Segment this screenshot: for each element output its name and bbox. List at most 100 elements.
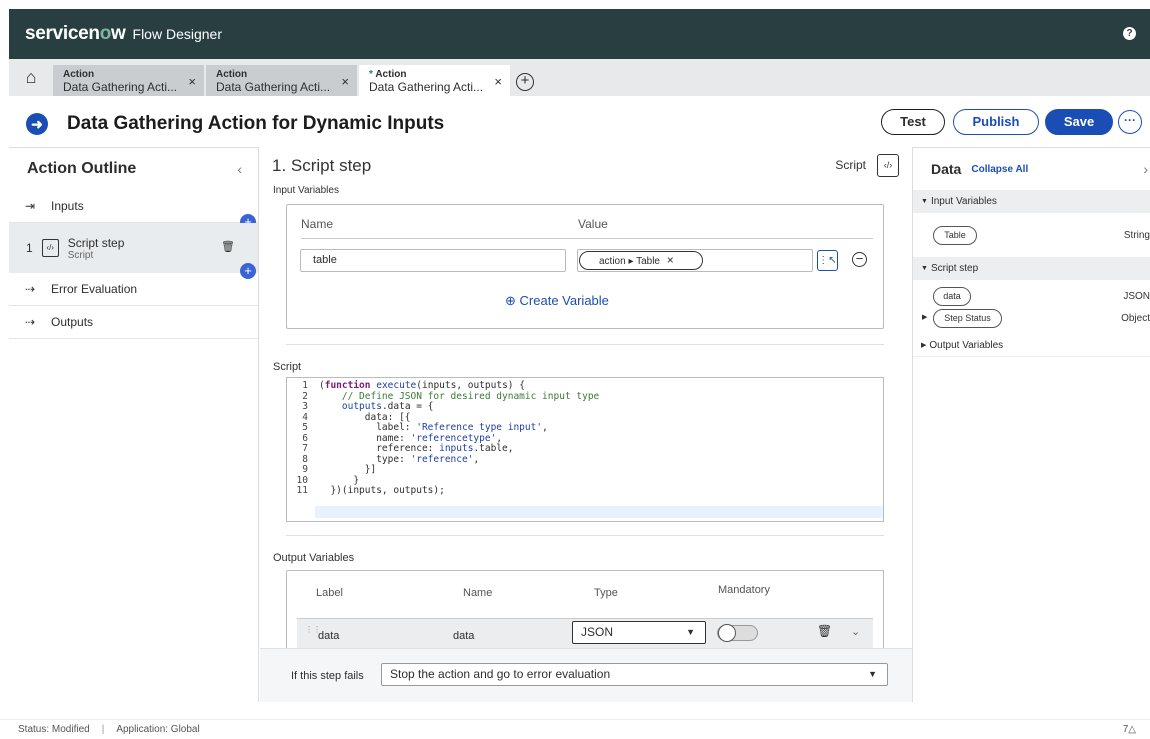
- step-type: Script: [67, 249, 94, 261]
- label-column-header: Label: [316, 587, 343, 599]
- status-application: Application: Global: [116, 724, 200, 735]
- input-arrow-icon: ⇥: [25, 199, 36, 213]
- divider: |: [101, 724, 105, 735]
- mandatory-column-header: Mandatory: [718, 584, 770, 596]
- output-type-select[interactable]: JSON ▼: [572, 621, 706, 644]
- expand-chevron-icon[interactable]: ›: [1143, 161, 1148, 177]
- select-value: JSON: [581, 625, 614, 639]
- publish-button[interactable]: Publish: [953, 109, 1039, 135]
- step-type-label: Script: [835, 158, 866, 172]
- chevron-down-icon[interactable]: ⌄: [851, 625, 860, 638]
- home-icon[interactable]: ⌂: [9, 59, 53, 96]
- caret-down-icon: ▼: [868, 669, 877, 679]
- toggle-knob: [718, 624, 736, 642]
- value-column-header: Value: [578, 217, 608, 231]
- failure-handling-row: If this step fails Stop the action and g…: [260, 648, 912, 702]
- caret-down-icon: ▼: [686, 627, 695, 637]
- input-name-field[interactable]: table: [300, 249, 566, 272]
- code-line: outputs.data = {: [341, 401, 434, 412]
- tab-type: Action: [63, 69, 95, 80]
- data-pill-table[interactable]: Table: [933, 226, 977, 245]
- divider: [286, 344, 884, 345]
- script-step-rows: data JSON ▶ Step Status Object: [913, 280, 1150, 334]
- data-picker-icon[interactable]: ⋮↖: [817, 250, 838, 271]
- code-content[interactable]: (function execute(inputs, outputs) { // …: [319, 380, 599, 497]
- divider: [301, 238, 873, 239]
- divider: [286, 535, 884, 536]
- outline-item-outputs[interactable]: ⇢ Outputs: [9, 306, 258, 339]
- remove-variable-icon[interactable]: −: [852, 252, 867, 267]
- fail-action-select[interactable]: Stop the action and go to error evaluati…: [381, 663, 888, 686]
- data-pill-step-status[interactable]: Step Status: [933, 309, 1002, 328]
- action-icon: ➜: [26, 113, 48, 135]
- create-variable-link[interactable]: ⊕ Create Variable: [505, 293, 609, 309]
- tab-name: Data Gathering Acti...: [63, 80, 178, 94]
- action-outline-panel: Action Outline ‹ ⇥ Inputs + 1 ‹/› Script…: [9, 147, 259, 702]
- collapse-chevron-icon[interactable]: ‹: [237, 161, 242, 177]
- tab-action-3[interactable]: * Action Data Gathering Acti... ×: [359, 65, 510, 96]
- save-button[interactable]: Save: [1045, 109, 1113, 135]
- servicenow-logo[interactable]: servicenow: [25, 23, 126, 45]
- type-label: JSON: [1123, 291, 1150, 302]
- tab-type: Action: [375, 69, 407, 80]
- status-modified: Status: Modified: [18, 724, 90, 735]
- step-title: 1. Script step: [272, 156, 372, 175]
- data-pill-table[interactable]: action ▸ Table ×: [579, 251, 703, 270]
- test-button[interactable]: Test: [881, 109, 945, 135]
- script-icon: ‹/›: [41, 239, 59, 257]
- section-label: Script step: [930, 263, 979, 274]
- tab-action-1[interactable]: Action Data Gathering Acti... ×: [53, 65, 204, 96]
- script-icon: ‹/›: [877, 154, 899, 177]
- trash-icon[interactable]: 🗑: [221, 240, 235, 253]
- triangle-right-icon[interactable]: ▶: [922, 313, 927, 321]
- tab-bar: ⌂ Action Data Gathering Acti... × Action…: [9, 59, 1150, 96]
- data-pill-data[interactable]: data: [933, 287, 971, 306]
- output-arrow-icon: ⇢: [25, 315, 36, 329]
- add-tab-icon[interactable]: +: [516, 73, 534, 91]
- collapse-all-link[interactable]: Collapse All: [971, 164, 1028, 175]
- section-output-variables[interactable]: ▶ Output Variables: [913, 334, 1150, 357]
- name-column-header: Name: [301, 217, 334, 231]
- step-header: 1. Script step Script ‹/›: [260, 147, 912, 185]
- trash-icon[interactable]: 🗑: [817, 624, 832, 638]
- section-label: Output Variables: [929, 339, 1004, 351]
- outline-item-label: Outputs: [51, 315, 94, 329]
- code-line: }]: [319, 464, 377, 475]
- line-numbers: 1 2 3 4 5 6 7 8 9 10 11: [296, 380, 308, 496]
- data-panel: Data Collapse All › ▼ Input Variables Tab…: [912, 147, 1150, 702]
- section-label: Input Variables: [930, 196, 997, 207]
- top-banner: servicenow Flow Designer ?: [9, 9, 1150, 59]
- close-icon[interactable]: ×: [667, 253, 674, 267]
- modified-mark: *: [369, 69, 373, 80]
- triangle-down-icon: ▼: [921, 198, 928, 205]
- tab-action-2[interactable]: Action Data Gathering Acti... ×: [206, 65, 357, 96]
- close-icon[interactable]: ×: [341, 74, 349, 89]
- fail-label: If this step fails: [291, 670, 364, 682]
- close-icon[interactable]: ×: [494, 74, 502, 89]
- close-icon[interactable]: ×: [188, 74, 196, 89]
- notification-indicator[interactable]: 7△: [1123, 724, 1136, 735]
- add-circle-icon: ⊕: [505, 293, 516, 308]
- outline-item-inputs[interactable]: ⇥ Inputs: [9, 190, 258, 223]
- mandatory-toggle[interactable]: [717, 624, 758, 642]
- outline-item-error-evaluation[interactable]: ⇢ Error Evaluation: [9, 273, 258, 306]
- error-arrow-icon: ⇢: [25, 282, 36, 296]
- outline-item-script-step[interactable]: 1 ‹/› Script step Script 🗑: [9, 223, 258, 273]
- section-input-variables[interactable]: ▼ Input Variables: [913, 190, 1150, 213]
- data-panel-title: Data: [931, 161, 962, 177]
- outline-item-label: Error Evaluation: [51, 282, 138, 296]
- name-column-header: Name: [463, 587, 493, 599]
- tab-name: Data Gathering Acti...: [369, 80, 484, 94]
- outline-header: Action Outline ‹: [9, 148, 258, 190]
- triangle-right-icon: ▶: [921, 342, 927, 349]
- step-name: Script step: [67, 235, 125, 250]
- outline-title: Action Outline: [27, 160, 137, 177]
- input-variables-label: Input Variables: [273, 185, 339, 196]
- status-bar: Status: Modified | Application: Global 7…: [0, 719, 1150, 739]
- type-column-header: Type: [594, 587, 618, 599]
- more-options-button[interactable]: ···: [1118, 110, 1142, 134]
- help-icon[interactable]: ?: [1123, 27, 1136, 40]
- pill-label: action ▸ Table: [599, 256, 660, 267]
- script-editor[interactable]: 1 2 3 4 5 6 7 8 9 10 11 (function execute(inputs, …: [286, 377, 884, 522]
- section-script-step[interactable]: ▼ Script step: [913, 257, 1150, 280]
